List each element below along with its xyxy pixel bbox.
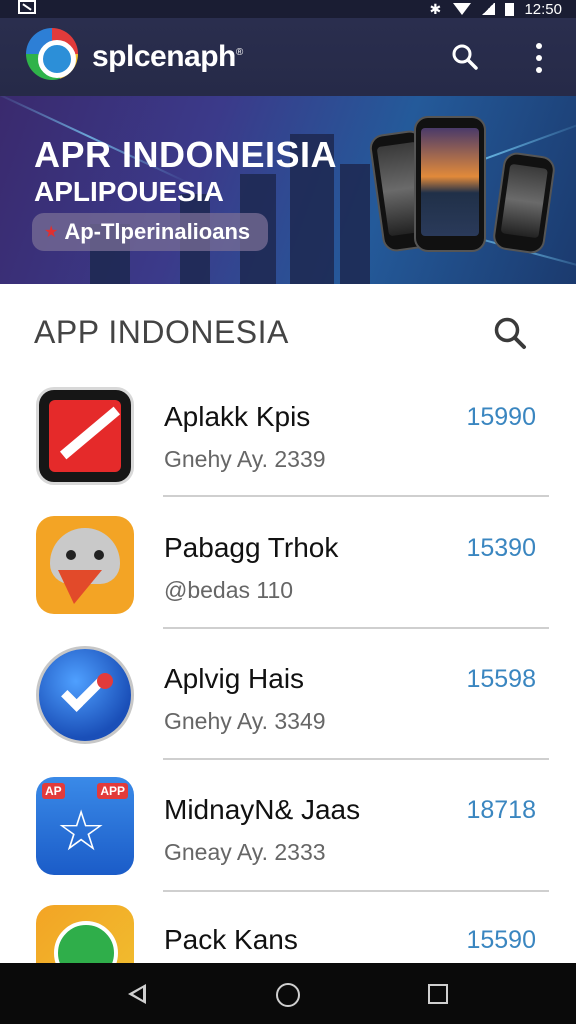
app-bar: splcenaph® (0, 18, 576, 96)
app-subtitle: Gnehy Ay. 3349 (164, 708, 326, 734)
app-name-text: splcenaph (92, 40, 236, 73)
app-title: Pabagg Trhok (164, 532, 339, 563)
phone-image-center (414, 116, 486, 252)
app-subtitle: Gneay Ay. 2333 (164, 839, 326, 865)
trademark: ® (235, 47, 243, 58)
bird-app-icon (36, 516, 134, 614)
notification-icon (18, 0, 36, 14)
app-count: 15990 (466, 403, 536, 431)
battery-icon (505, 2, 515, 16)
home-icon[interactable] (276, 983, 300, 1007)
app-logo-icon[interactable] (26, 28, 78, 80)
status-bar: ✱ 12:50 (0, 0, 576, 18)
app-title: Pack Kans (164, 924, 298, 955)
banner-pill[interactable]: ★ Ap-Tlperinalioans (32, 213, 269, 251)
more-vert-icon[interactable] (532, 43, 546, 73)
list-item[interactable]: Aplvig Hais Gnehy Ay. 3349 15598 (0, 628, 576, 760)
section-title: APP INDONESIA (34, 314, 289, 350)
list-item[interactable]: Pabagg Trhok @bedas 110 15390 (0, 497, 576, 629)
status-icons: ✱ 12:50 (429, 0, 562, 18)
list-item[interactable]: AP APP ☆ MidnayN& Jaas Gneay Ay. 2333 187… (0, 759, 576, 892)
bluetooth-icon: ✱ (429, 1, 442, 17)
app-title: Aplvig Hais (164, 663, 305, 694)
banner-subtitle: APLIPOUESIA (34, 176, 224, 207)
red-plane-app-icon (36, 387, 134, 485)
app-subtitle: @bedas 110 (164, 577, 294, 603)
nav-bar (0, 963, 576, 1024)
star-app-icon: AP APP ☆ (36, 777, 134, 875)
signal-icon (481, 3, 496, 15)
back-icon[interactable] (128, 984, 146, 1004)
app-count: 15598 (466, 665, 536, 693)
search-icon[interactable] (452, 44, 478, 70)
check-app-icon (36, 646, 134, 744)
phone-image-right (491, 150, 557, 256)
wifi-icon (453, 3, 472, 15)
app-subtitle: Gnehy Ay. 2339 (164, 446, 326, 472)
recents-icon[interactable] (428, 984, 448, 1004)
app-title: MidnayN& Jaas (164, 794, 361, 825)
promo-banner[interactable]: APR INDONEISIA APLIPOUESIA ★ Ap-Tlperina… (0, 96, 576, 284)
banner-pill-label: Ap-Tlperinalioans (64, 219, 251, 244)
app-count: 15590 (466, 926, 536, 954)
list-item[interactable]: Aplakk Kpis Gnehy Ay. 2339 15990 (0, 366, 576, 497)
search-icon[interactable] (493, 316, 527, 350)
banner-title: APR INDONEISIA (34, 134, 338, 175)
star-icon: ★ (44, 224, 59, 241)
app-name: splcenaph® (92, 40, 243, 74)
app-count: 18718 (466, 796, 536, 824)
app-count: 15390 (466, 534, 536, 562)
app-title: Aplakk Kpis (164, 401, 311, 432)
status-time: 12:50 (524, 0, 562, 18)
